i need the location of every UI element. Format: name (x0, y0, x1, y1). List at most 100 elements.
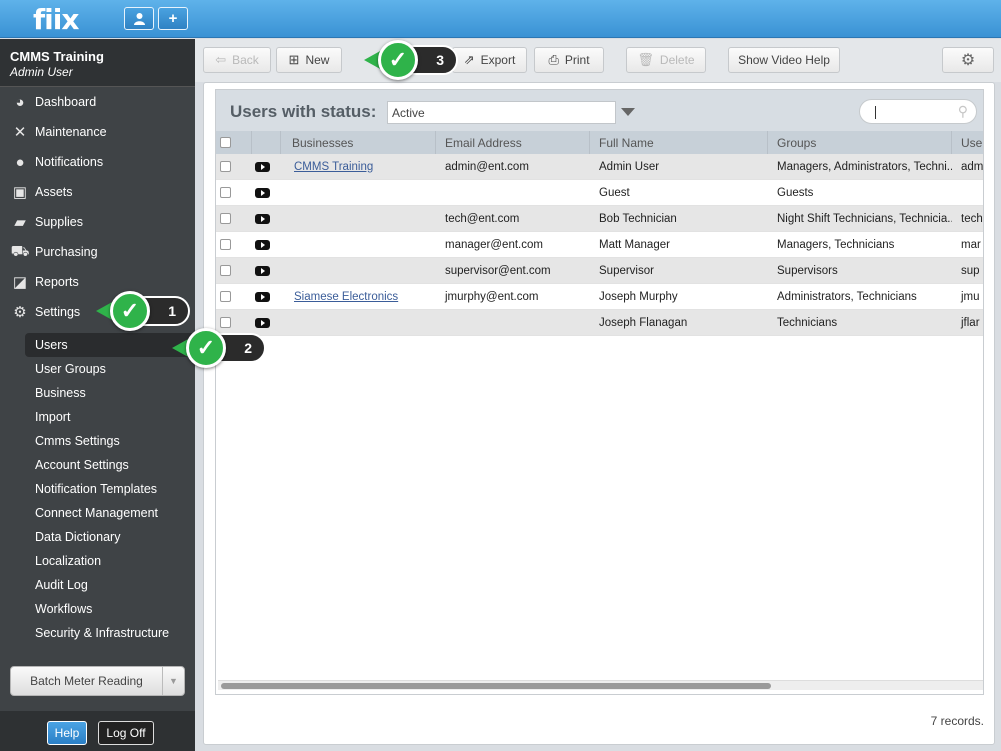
fiix-logo[interactable]: fiix (33, 3, 79, 36)
column-header[interactable]: Full Name (590, 131, 768, 154)
video-play-icon[interactable] (255, 239, 270, 250)
business-cell: Siamese Electronics (281, 284, 436, 309)
select-all-checkbox[interactable] (220, 137, 231, 148)
search-input[interactable]: ⚲ (859, 99, 977, 124)
print-label: Print (564, 53, 590, 67)
row-checkbox[interactable] (220, 239, 231, 250)
scrollbar-thumb[interactable] (221, 683, 771, 689)
subnav-item-users[interactable]: Users (25, 333, 195, 357)
row-checkbox[interactable] (220, 187, 231, 198)
subnav-item-cmms-settings[interactable]: Cmms Settings (0, 429, 195, 453)
column-header[interactable]: Use (952, 131, 983, 154)
video-column-header (252, 131, 281, 154)
printer-icon: ⎙ (548, 52, 559, 67)
subnav-item-audit-log[interactable]: Audit Log (0, 573, 195, 597)
show-video-help-label: Show Video Help (738, 53, 830, 67)
email-cell: manager@ent.com (445, 238, 543, 251)
subnav-item-connect-management[interactable]: Connect Management (0, 501, 195, 525)
status-select[interactable]: Active (387, 101, 616, 124)
business-cell (281, 206, 436, 231)
sidebar-item-purchasing[interactable]: ⛟ Purchasing (0, 237, 195, 267)
video-cell (252, 258, 281, 283)
users-panel: Users with status: Active ⚲ Businesses E… (203, 82, 995, 745)
table-row[interactable]: manager@ent.com Matt Manager Managers, Tec… (216, 232, 983, 258)
row-checkbox[interactable] (220, 161, 231, 172)
sidebar-item-reports[interactable]: ◪ Reports (0, 267, 195, 297)
video-play-icon[interactable] (255, 213, 270, 224)
table-row[interactable]: Siamese Electronics jmurphy@ent.com Joseph… (216, 284, 983, 310)
table-row[interactable]: supervisor@ent.com Supervisor Supervisors s… (216, 258, 983, 284)
table-row[interactable]: Guest Guests (216, 180, 983, 206)
video-cell (252, 206, 281, 231)
row-checkbox[interactable] (220, 291, 231, 302)
username-cell: sup (961, 264, 980, 277)
video-cell (252, 284, 281, 309)
subnav-item-user-groups[interactable]: User Groups (0, 357, 195, 381)
sidebar-item-label: Purchasing (35, 245, 98, 259)
full-name-cell: Supervisor (599, 264, 654, 277)
quick-add-button[interactable]: + (158, 7, 188, 30)
column-header[interactable]: Groups (768, 131, 952, 154)
sidebar: CMMS Training Admin User ◕ Dashboard ✕ Main… (0, 39, 195, 751)
user-profile-button[interactable] (124, 7, 154, 30)
business-link[interactable]: Siamese Electronics (294, 291, 398, 303)
subnav-item-localization[interactable]: Localization (0, 549, 195, 573)
sidebar-item-notifications[interactable]: ● Notifications (0, 147, 195, 177)
chevron-down-icon[interactable]: ▼ (162, 667, 184, 695)
business-cell (281, 258, 436, 283)
caret-down-icon[interactable] (621, 108, 635, 116)
gear-icon: ⚙ (13, 304, 27, 321)
subnav-item-data-dictionary[interactable]: Data Dictionary (0, 525, 195, 549)
groups-cell: Managers, Administrators, Techni... (777, 160, 952, 173)
sidebar-item-supplies[interactable]: ▰ Supplies (0, 207, 195, 237)
table-row[interactable]: tech@ent.com Bob Technician Night Shift Te… (216, 206, 983, 232)
subnav-item-security-infrastructure[interactable]: Security & Infrastructure (0, 621, 195, 645)
row-checkbox[interactable] (220, 317, 231, 328)
speech-bubble-icon: ● (15, 153, 25, 171)
batch-meter-reading-dropdown[interactable]: Batch Meter Reading ▼ (10, 666, 185, 696)
row-checkbox[interactable] (220, 265, 231, 276)
business-cell (281, 180, 436, 205)
video-play-icon[interactable] (255, 161, 270, 172)
sidebar-item-maintenance[interactable]: ✕ Maintenance (0, 117, 195, 147)
subnav-item-import[interactable]: Import (0, 405, 195, 429)
subnav-item-workflows[interactable]: Workflows (0, 597, 195, 621)
subnav-item-notification-templates[interactable]: Notification Templates (0, 477, 195, 501)
select-all-cell (216, 131, 252, 154)
video-play-icon[interactable] (255, 265, 270, 276)
sidebar-item-dashboard[interactable]: ◕ Dashboard (0, 87, 195, 117)
print-button[interactable]: ⎙ Print (534, 47, 604, 73)
export-button[interactable]: ⇗ Export (452, 47, 527, 73)
subnav-item-account-settings[interactable]: Account Settings (0, 453, 195, 477)
main-nav: ◕ Dashboard ✕ Maintenance ● Notifications ▣ Ass… (0, 87, 195, 327)
video-play-icon[interactable] (255, 317, 270, 328)
table-row[interactable]: CMMS Training admin@ent.com Admin User Mana… (216, 154, 983, 180)
row-select-cell (216, 232, 252, 257)
video-play-icon[interactable] (255, 291, 270, 302)
back-button[interactable]: ⇦ Back (203, 47, 271, 73)
box-icon: ▣ (12, 184, 28, 201)
business-link[interactable]: CMMS Training (294, 161, 373, 173)
full-name-cell: Bob Technician (599, 212, 677, 225)
video-play-icon[interactable] (255, 187, 270, 198)
horizontal-scrollbar[interactable] (218, 680, 983, 690)
column-header[interactable]: Businesses (281, 131, 436, 154)
subnav-item-business[interactable]: Business (0, 381, 195, 405)
sidebar-item-label: Notifications (35, 155, 104, 169)
row-checkbox[interactable] (220, 213, 231, 224)
help-button[interactable]: Help (47, 721, 87, 745)
groups-cell: Administrators, Technicians (777, 290, 917, 303)
sidebar-item-assets[interactable]: ▣ Assets (0, 177, 195, 207)
sidebar-item-label: Maintenance (35, 125, 107, 139)
new-button[interactable]: ⊞ New (276, 47, 342, 73)
toolbar: ⇦ Back ⊞ New ⇗ Export ⎙ Print 🗑 Delete S… (195, 39, 1001, 82)
sidebar-footer: Help Log Off (0, 711, 195, 751)
checkmark-icon: ✓ (378, 40, 418, 80)
delete-button[interactable]: 🗑 Delete (626, 47, 706, 73)
log-off-button[interactable]: Log Off (98, 721, 154, 745)
settings-gear-button[interactable]: ⚙ (942, 47, 994, 73)
table-row[interactable]: Joseph Flanagan Technicians jflar (216, 310, 983, 336)
show-video-help-button[interactable]: Show Video Help (728, 47, 840, 73)
column-header[interactable]: Email Address (436, 131, 590, 154)
batch-meter-reading-button[interactable]: Batch Meter Reading (11, 667, 162, 695)
